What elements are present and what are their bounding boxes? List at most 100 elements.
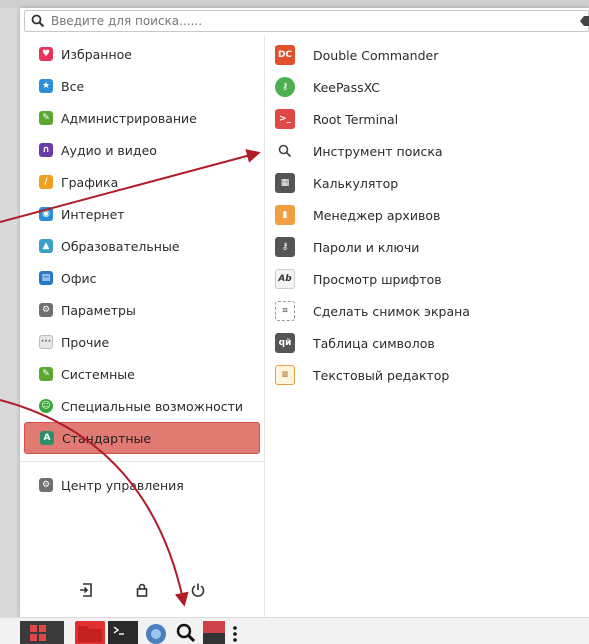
- search-icon: [176, 623, 196, 643]
- search-icon: [31, 14, 45, 28]
- category-accessories[interactable]: A Стандартные: [24, 422, 260, 454]
- accessories-icon: A: [40, 431, 54, 445]
- app-menu-launcher[interactable]: [20, 621, 64, 644]
- logout-icon: [80, 583, 92, 597]
- clear-input-icon[interactable]: [578, 14, 589, 28]
- pencil-icon: /: [39, 175, 53, 189]
- category-office[interactable]: ▤ Офис: [24, 262, 260, 294]
- category-other[interactable]: ··· Прочие: [24, 326, 260, 358]
- app-passwords-keys[interactable]: ⚷ Пароли и ключи: [266, 231, 589, 263]
- category-internet[interactable]: ◉ Интернет: [24, 198, 260, 230]
- app-label: KeePassXC: [313, 79, 380, 95]
- app-label: Таблица символов: [313, 335, 435, 351]
- category-system[interactable]: ✎ Системные: [24, 358, 260, 390]
- power-button[interactable]: [190, 582, 206, 598]
- category-label: Образовательные: [61, 238, 180, 254]
- accessibility-icon: ☺: [39, 399, 53, 413]
- headphones-icon: ∩: [39, 143, 53, 157]
- terminal-icon: [113, 626, 124, 635]
- app-double-commander[interactable]: DC Double Commander: [266, 39, 589, 71]
- lock-icon: [136, 583, 148, 597]
- key-icon: ⚷: [275, 77, 295, 97]
- taskbar-search[interactable]: [174, 621, 198, 644]
- wrench-icon: ✎: [39, 367, 53, 381]
- app-font-viewer[interactable]: Ab Просмотр шрифтов: [266, 263, 589, 295]
- taskbar-more[interactable]: [231, 621, 239, 644]
- app-search-tool[interactable]: Инструмент поиска: [266, 135, 589, 167]
- app-label: Пароли и ключи: [313, 239, 420, 255]
- gear-icon: ⚙: [39, 303, 53, 317]
- terminal-icon: >_: [275, 109, 295, 129]
- category-list: ♥ Избранное ★ Все ✎ Администрирование ∩ …: [20, 38, 264, 501]
- category-education[interactable]: ▲ Образовательные: [24, 230, 260, 262]
- app-label: Инструмент поиска: [313, 143, 443, 159]
- search-bar: [24, 10, 589, 32]
- globe-icon: ◉: [39, 207, 53, 221]
- search-icon: [275, 141, 295, 161]
- category-label: Прочие: [61, 334, 110, 350]
- category-separator: [20, 461, 264, 462]
- taskbar: [0, 617, 589, 644]
- lock-button[interactable]: [134, 582, 150, 598]
- category-label: Параметры: [61, 302, 136, 318]
- category-label: Графика: [61, 174, 119, 190]
- wrench-icon: ✎: [39, 111, 53, 125]
- taskbar-terminal[interactable]: [108, 621, 138, 644]
- app-label: Просмотр шрифтов: [313, 271, 442, 287]
- more-vertical-icon: [233, 626, 237, 642]
- category-favorites[interactable]: ♥ Избранное: [24, 38, 260, 70]
- keys-icon: ⚷: [275, 237, 295, 257]
- taskbar-browser[interactable]: [143, 621, 169, 644]
- flask-icon: ▲: [39, 239, 53, 253]
- category-accessibility[interactable]: ☺ Специальные возможности: [24, 390, 260, 422]
- screenshot-icon: ⌗: [275, 301, 295, 321]
- category-settings[interactable]: ⚙ Параметры: [24, 294, 260, 326]
- category-label: Аудио и видео: [61, 142, 157, 158]
- star-icon: ★: [39, 79, 53, 93]
- control-center-label: Центр управления: [61, 477, 184, 493]
- app-root-terminal[interactable]: >_ Root Terminal: [266, 103, 589, 135]
- document-icon: ▤: [39, 271, 53, 285]
- category-label: Интернет: [61, 206, 125, 222]
- category-audio-video[interactable]: ∩ Аудио и видео: [24, 134, 260, 166]
- app-keepassxc[interactable]: ⚷ KeePassXC: [266, 71, 589, 103]
- grid-logo-icon: [30, 625, 46, 641]
- application-list: DC Double Commander ⚷ KeePassXC >_ Root …: [266, 39, 589, 391]
- text-editor-icon: ≡: [275, 365, 295, 385]
- control-center-item[interactable]: ⚙ Центр управления: [24, 469, 260, 501]
- double-commander-icon: DC: [275, 45, 295, 65]
- folder-icon: [78, 626, 102, 642]
- taskbar-file-manager[interactable]: [75, 621, 105, 644]
- application-menu: ♥ Избранное ★ Все ✎ Администрирование ∩ …: [20, 8, 589, 617]
- app-label: Калькулятор: [313, 175, 399, 191]
- app-text-editor[interactable]: ≡ Текстовый редактор: [266, 359, 589, 391]
- category-label: Специальные возможности: [61, 398, 244, 414]
- heart-icon: ♥: [39, 47, 53, 61]
- app-archive-manager[interactable]: ▮ Менеджер архивов: [266, 199, 589, 231]
- charmap-icon: qй: [275, 333, 295, 353]
- calculator-icon: ▦: [275, 173, 295, 193]
- gear-icon: ⚙: [39, 478, 53, 492]
- category-label: Офис: [61, 270, 97, 286]
- category-label: Стандартные: [62, 430, 152, 446]
- category-label: Системные: [61, 366, 135, 382]
- column-divider: [264, 36, 265, 617]
- app-screenshot[interactable]: ⌗ Сделать снимок экрана: [266, 295, 589, 327]
- category-graphics[interactable]: / Графика: [24, 166, 260, 198]
- window-thumb: [203, 621, 225, 633]
- logout-button[interactable]: [78, 582, 94, 598]
- category-all[interactable]: ★ Все: [24, 70, 260, 102]
- session-buttons: [20, 573, 264, 607]
- app-label: Сделать снимок экрана: [313, 303, 470, 319]
- app-character-map[interactable]: qй Таблица символов: [266, 327, 589, 359]
- category-administration[interactable]: ✎ Администрирование: [24, 102, 260, 134]
- dots-icon: ···: [39, 335, 53, 349]
- app-calculator[interactable]: ▦ Калькулятор: [266, 167, 589, 199]
- browser-icon: [146, 624, 166, 644]
- search-input[interactable]: [51, 14, 531, 28]
- archive-icon: ▮: [275, 205, 295, 225]
- taskbar-window[interactable]: [203, 621, 225, 644]
- app-label: Double Commander: [313, 47, 439, 63]
- font-icon: Ab: [275, 269, 295, 289]
- power-icon: [191, 583, 205, 597]
